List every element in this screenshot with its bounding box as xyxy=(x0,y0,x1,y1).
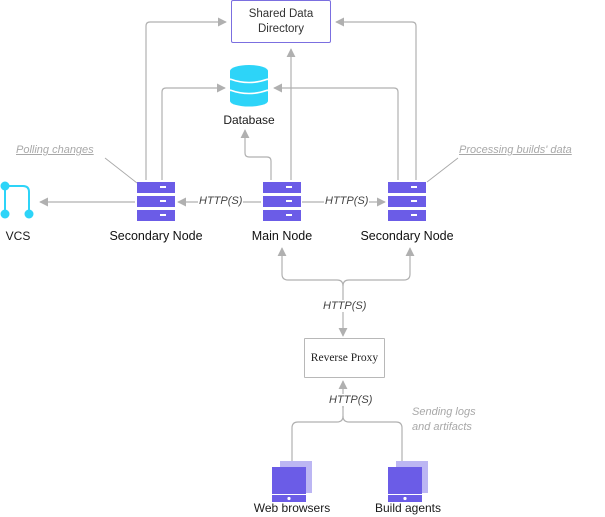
server-icon-secondary-right xyxy=(388,182,426,221)
edge-label-main-to-left: HTTP(S) xyxy=(198,195,244,207)
database-label: Database xyxy=(223,113,275,127)
polling-leader-line xyxy=(104,157,138,184)
edge-label-proxy-to-nodes: HTTP(S) xyxy=(322,300,368,312)
monitor-icon-build-agents xyxy=(388,461,428,502)
edge-main-to-database xyxy=(240,129,272,180)
sdd-label-line2: Directory xyxy=(257,22,304,35)
annotation-sending-logs-line2: and artifacts xyxy=(412,421,472,433)
edge-left-secondary-to-database xyxy=(161,83,226,180)
edge-proxy-to-right-secondary xyxy=(342,247,415,287)
reverse-proxy-label: Reverse Proxy xyxy=(310,352,379,364)
server-icon-main xyxy=(263,182,301,221)
annotation-polling-changes: Polling changes xyxy=(16,144,94,156)
processing-leader-line xyxy=(426,157,459,183)
sdd-label-line1: Shared Data xyxy=(248,7,314,20)
edge-right-secondary-to-database xyxy=(273,83,399,180)
build-agents-label: Build agents xyxy=(374,501,442,515)
edge-left-secondary-to-sdd xyxy=(145,17,227,180)
vcs-label: VCS xyxy=(5,229,31,243)
monitor-icon-web-browsers xyxy=(272,461,312,502)
secondary-node-left-label: Secondary Node xyxy=(109,229,203,243)
web-browsers-label: Web browsers xyxy=(253,501,331,515)
reverse-proxy-box: Reverse Proxy xyxy=(304,338,385,378)
edge-label-clients-to-proxy: HTTP(S) xyxy=(328,394,374,406)
server-icon-secondary-left xyxy=(137,182,175,221)
database-icon xyxy=(229,65,269,107)
main-node-label: Main Node xyxy=(251,229,313,243)
shared-data-directory-box: Shared Data Directory xyxy=(231,0,331,43)
diagram-canvas xyxy=(0,17,459,502)
edge-label-main-to-right: HTTP(S) xyxy=(324,195,370,207)
secondary-node-right-label: Secondary Node xyxy=(360,229,454,243)
annotation-sending-logs-line1: Sending logs xyxy=(412,406,476,418)
edge-proxy-to-main xyxy=(277,247,344,300)
edge-right-secondary-to-sdd xyxy=(335,17,417,180)
vcs-branch-icon xyxy=(0,181,34,219)
annotation-processing-builds-data: Processing builds' data xyxy=(459,144,572,156)
edge-build-agents-to-proxy xyxy=(342,415,403,461)
edge-web-browsers-to-proxy xyxy=(291,404,344,461)
